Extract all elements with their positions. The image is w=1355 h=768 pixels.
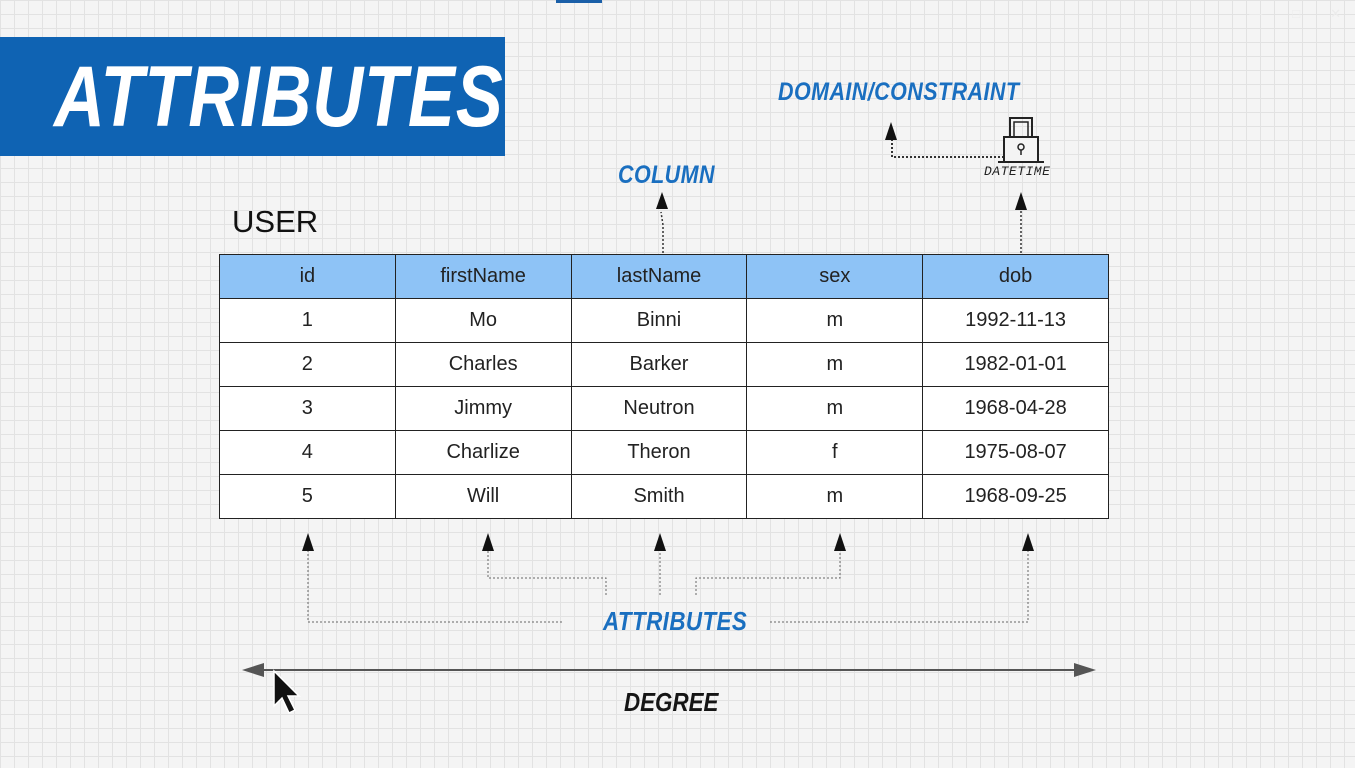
- attributes-label: ATTRIBUTES: [603, 606, 748, 636]
- diagram-connectors: [242, 117, 1096, 715]
- domain-pointer: [885, 122, 1004, 158]
- mouse-cursor-icon: [273, 669, 301, 715]
- column-pointer: [656, 192, 668, 253]
- dob-pointer: [1015, 192, 1027, 253]
- degree-label: DEGREE: [624, 687, 719, 717]
- degree-arrow: [242, 663, 1096, 677]
- lock-icon: [998, 117, 1044, 163]
